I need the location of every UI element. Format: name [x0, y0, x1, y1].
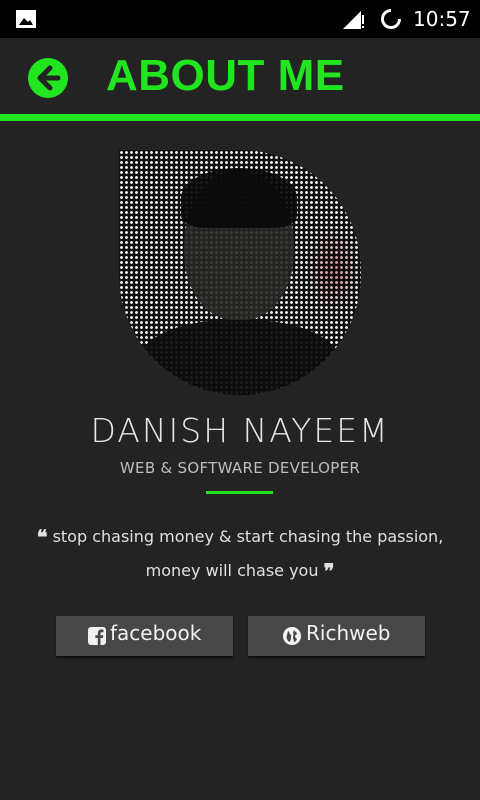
- status-time: 10:57: [413, 7, 471, 31]
- header-divider: [0, 114, 480, 121]
- facebook-icon: [88, 627, 106, 645]
- profile-name: DANISH NAYEEM: [90, 411, 390, 450]
- app-bar: ABOUT ME: [0, 38, 480, 114]
- image-icon: [16, 10, 36, 28]
- close-quote-icon: ❞: [323, 559, 335, 583]
- quote-text: ❝ stop chasing money & start chasing the…: [30, 520, 450, 588]
- richweb-label: Richweb: [306, 621, 391, 645]
- loading-icon: [381, 8, 402, 29]
- signal-icon: [343, 11, 364, 29]
- richweb-button[interactable]: Richweb: [248, 616, 425, 656]
- open-quote-icon: ❝: [36, 525, 48, 549]
- facebook-label: facebook: [110, 621, 202, 645]
- quote-line-2: money will chase you: [145, 561, 319, 580]
- quote-line-1: stop chasing money & start chasing the p…: [52, 527, 444, 546]
- profile-avatar: [119, 150, 361, 395]
- page-title: ABOUT ME: [106, 51, 345, 100]
- profile-role: WEB & SOFTWARE DEVELOPER: [119, 459, 361, 477]
- facebook-button[interactable]: facebook: [56, 616, 233, 656]
- globe-icon: [283, 627, 301, 645]
- status-bar: 10:57: [0, 0, 480, 38]
- back-arrow-icon[interactable]: [28, 58, 68, 98]
- name-divider: [206, 491, 273, 494]
